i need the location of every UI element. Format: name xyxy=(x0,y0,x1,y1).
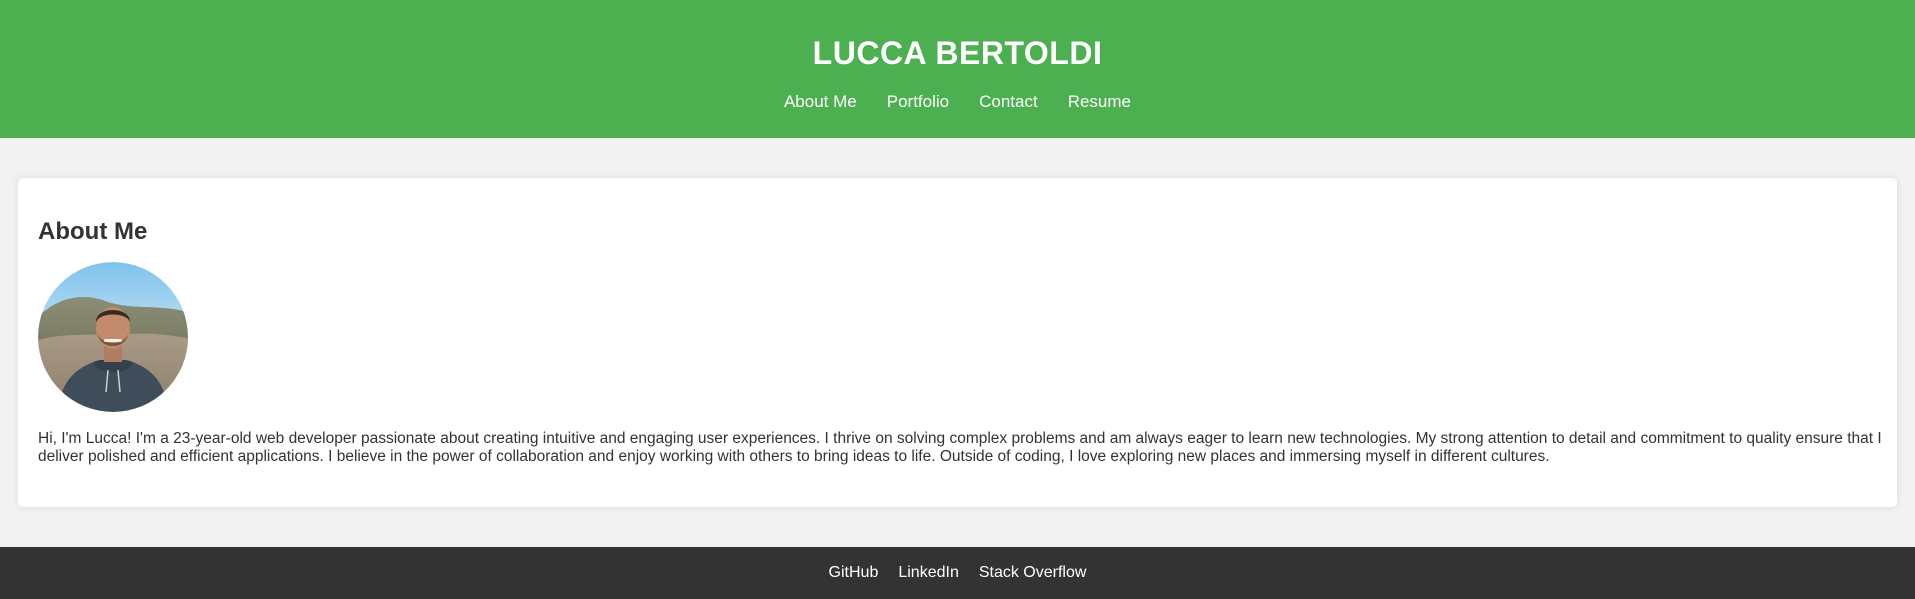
nav-resume[interactable]: Resume xyxy=(1068,92,1131,112)
nav-portfolio[interactable]: Portfolio xyxy=(887,92,949,112)
footer-link-linkedin[interactable]: LinkedIn xyxy=(898,563,959,583)
about-section: About Me Hi, I'm Lucca! I'm a 23-year-ol… xyxy=(18,178,1897,507)
site-title: LUCCA BERTOLDI xyxy=(812,35,1103,71)
site-header: LUCCA BERTOLDI About Me Portfolio Contac… xyxy=(0,0,1915,138)
main-content: About Me Hi, I'm Lucca! I'm a 23-year-ol… xyxy=(0,138,1915,507)
footer-link-stack-overflow[interactable]: Stack Overflow xyxy=(979,563,1087,583)
site-footer: GitHub LinkedIn Stack Overflow xyxy=(0,547,1915,599)
footer-link-github[interactable]: GitHub xyxy=(829,563,879,583)
nav-about-me[interactable]: About Me xyxy=(784,92,857,112)
main-nav: About Me Portfolio Contact Resume xyxy=(0,92,1915,112)
section-title: About Me xyxy=(38,218,148,245)
nav-contact[interactable]: Contact xyxy=(979,92,1038,112)
profile-photo xyxy=(38,262,188,412)
bio-text: Hi, I'm Lucca! I'm a 23-year-old web dev… xyxy=(38,430,1882,465)
